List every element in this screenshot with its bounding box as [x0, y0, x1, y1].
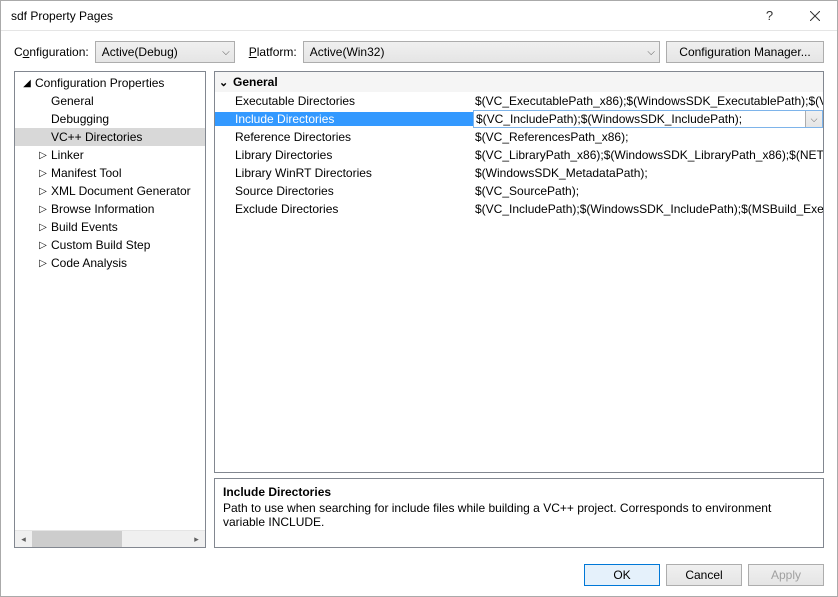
- titlebar: sdf Property Pages ?: [1, 1, 837, 31]
- tree-panel: ◢Configuration Properties General Debuggin…: [14, 71, 206, 548]
- dropdown-button[interactable]: ⌵: [805, 111, 822, 127]
- property-value: $(VC_LibraryPath_x86);$(WindowsSDK_Libra…: [473, 148, 823, 162]
- property-grid: ⌄ General Executable Directories$(VC_Exe…: [214, 71, 824, 473]
- property-name: Reference Directories: [215, 130, 473, 144]
- apply-button[interactable]: Apply: [748, 564, 824, 586]
- property-pages-dialog: sdf Property Pages ? Configuration: Acti…: [0, 0, 838, 597]
- tree-item[interactable]: ▷Browse Information: [15, 200, 205, 218]
- property-value: $(VC_IncludePath);$(WindowsSDK_IncludePa…: [474, 112, 805, 126]
- tree-item[interactable]: ▷XML Document Generator: [15, 182, 205, 200]
- tree-item-label: Build Events: [49, 220, 118, 234]
- tree-item-label: Configuration Properties: [33, 76, 164, 90]
- property-row[interactable]: Reference Directories$(VC_ReferencesPath…: [215, 128, 823, 146]
- property-row[interactable]: Executable Directories$(VC_ExecutablePat…: [215, 92, 823, 110]
- tree-item[interactable]: VC++ Directories: [15, 128, 205, 146]
- main-area: ◢Configuration Properties General Debuggin…: [1, 71, 837, 554]
- property-value: $(VC_IncludePath);$(WindowsSDK_IncludePa…: [473, 202, 823, 216]
- tree-item[interactable]: ▷Code Analysis: [15, 254, 205, 272]
- tree-item[interactable]: ▷Custom Build Step: [15, 236, 205, 254]
- tree-item[interactable]: ▷Linker: [15, 146, 205, 164]
- window-title: sdf Property Pages: [11, 9, 747, 23]
- configuration-combo[interactable]: Active(Debug) ⌵: [95, 41, 235, 63]
- collapsed-icon: ▷: [37, 150, 49, 161]
- property-row[interactable]: Library Directories$(VC_LibraryPath_x86)…: [215, 146, 823, 164]
- property-name: Source Directories: [215, 184, 473, 198]
- ok-button[interactable]: OK: [584, 564, 660, 586]
- horizontal-scrollbar[interactable]: ◂ ▸: [15, 530, 205, 547]
- tree-item-label: Browse Information: [49, 202, 154, 216]
- tree-item[interactable]: General: [15, 92, 205, 110]
- property-name: Library Directories: [215, 148, 473, 162]
- property-row[interactable]: Library WinRT Directories$(WindowsSDK_Me…: [215, 164, 823, 182]
- expanded-icon: ◢: [21, 78, 33, 89]
- tree-item[interactable]: ▷Build Events: [15, 218, 205, 236]
- tree-item-label: Manifest Tool: [49, 166, 121, 180]
- platform-combo[interactable]: Active(Win32) ⌵: [303, 41, 660, 63]
- chevron-down-icon: ⌵: [222, 47, 230, 58]
- property-value: $(VC_ReferencesPath_x86);: [473, 130, 823, 144]
- help-button[interactable]: ?: [747, 1, 792, 31]
- configuration-manager-button[interactable]: Configuration Manager...: [666, 41, 824, 63]
- tree-item[interactable]: ▷Manifest Tool: [15, 164, 205, 182]
- description-panel: Include Directories Path to use when sea…: [214, 478, 824, 548]
- property-value: $(VC_SourcePath);: [473, 184, 823, 198]
- property-value-editor[interactable]: $(VC_IncludePath);$(WindowsSDK_IncludePa…: [473, 110, 823, 128]
- tree-item-label: Custom Build Step: [49, 238, 150, 252]
- close-button[interactable]: [792, 1, 837, 31]
- property-row[interactable]: Include Directories$(VC_IncludePath);$(W…: [215, 110, 823, 128]
- property-row[interactable]: Source Directories$(VC_SourcePath);: [215, 182, 823, 200]
- config-toolbar: Configuration: Active(Debug) ⌵ Platform:…: [1, 31, 837, 71]
- right-panel: ⌄ General Executable Directories$(VC_Exe…: [214, 71, 824, 548]
- description-body: Path to use when searching for include f…: [223, 501, 815, 529]
- property-row[interactable]: Exclude Directories$(VC_IncludePath);$(W…: [215, 200, 823, 218]
- tree-item-label: Debugging: [49, 112, 109, 126]
- cancel-button[interactable]: Cancel: [666, 564, 742, 586]
- tree-item-label: Code Analysis: [49, 256, 127, 270]
- scroll-left-icon[interactable]: ◂: [15, 531, 32, 548]
- tree-item-label: XML Document Generator: [49, 184, 191, 198]
- property-value: $(VC_ExecutablePath_x86);$(WindowsSDK_Ex…: [473, 94, 823, 108]
- tree[interactable]: ◢Configuration Properties General Debuggin…: [15, 72, 205, 530]
- group-header[interactable]: ⌄ General: [215, 72, 823, 92]
- collapsed-icon: ▷: [37, 204, 49, 215]
- tree-item-label: Linker: [49, 148, 84, 162]
- collapsed-icon: ▷: [37, 258, 49, 269]
- property-value: $(WindowsSDK_MetadataPath);: [473, 166, 823, 180]
- property-name: Library WinRT Directories: [215, 166, 473, 180]
- description-title: Include Directories: [223, 485, 815, 499]
- chevron-down-icon: ⌵: [647, 47, 655, 58]
- property-name: Exclude Directories: [215, 202, 473, 216]
- footer: OK Cancel Apply: [1, 554, 837, 596]
- platform-label: Platform:: [249, 45, 297, 59]
- property-name: Executable Directories: [215, 94, 473, 108]
- property-name: Include Directories: [215, 112, 473, 126]
- collapsed-icon: ▷: [37, 186, 49, 197]
- configuration-label: Configuration:: [14, 45, 89, 59]
- scroll-right-icon[interactable]: ▸: [188, 531, 205, 548]
- collapse-icon: ⌄: [219, 76, 233, 89]
- collapsed-icon: ▷: [37, 240, 49, 251]
- collapsed-icon: ▷: [37, 222, 49, 233]
- scroll-thumb[interactable]: [32, 531, 122, 548]
- tree-item[interactable]: ◢Configuration Properties: [15, 74, 205, 92]
- tree-item[interactable]: Debugging: [15, 110, 205, 128]
- tree-item-label: VC++ Directories: [49, 130, 142, 144]
- tree-item-label: General: [49, 94, 94, 108]
- close-icon: [810, 11, 820, 21]
- collapsed-icon: ▷: [37, 168, 49, 179]
